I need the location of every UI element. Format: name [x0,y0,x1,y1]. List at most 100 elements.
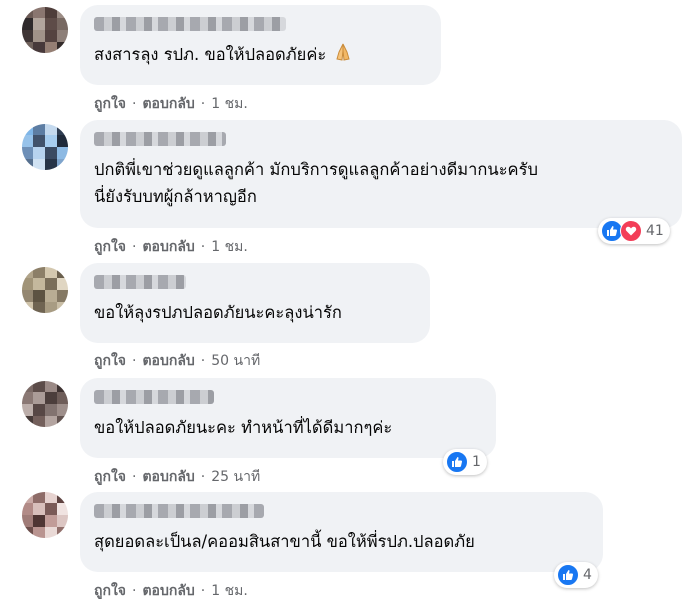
like-link[interactable]: ถูกใจ [94,93,126,115]
avatar-pixel [22,392,33,404]
avatar-pixel [45,124,57,135]
avatar-pixel [57,267,68,278]
comment-bubble: ขอให้ปลอดภัยนะคะ ทำหน้าที่ได้ดีมากๆค่ะ [80,378,496,458]
avatar-pixel [22,7,33,18]
reply-link[interactable]: ตอบกลับ [142,93,194,115]
avatar-pixel [57,7,68,18]
author-name-blurred[interactable] [94,390,214,404]
avatar-pixel [45,381,57,392]
avatar-pixel [45,527,57,538]
comment-actions: ถูกใจ · ตอบกลับ · 1 ชม. [94,93,248,115]
timestamp[interactable]: 50 นาที [211,350,260,372]
avatar-pixel [33,302,45,313]
avatar[interactable] [22,492,68,538]
avatar[interactable] [22,7,68,53]
avatar-pixel [45,503,57,515]
avatar-pixel [33,515,45,527]
comment-text: ขอให้ลุงรปภปลอดภัยนะคะลุงน่ารัก [94,303,342,322]
avatar-pixel [33,124,45,135]
folded-hands-icon [332,42,354,70]
avatar-pixel [45,30,57,42]
comment-text: สงสารลุง รปภ. ขอให้ปลอดภัยค่ะ [94,41,427,70]
comment-text: ปกติพี่เขาช่วยดูแลลูกค้า มักบริการดูแลลู… [94,160,538,206]
reaction-count: 4 [583,567,592,583]
avatar-pixel [22,416,33,427]
reaction-count: 41 [646,223,664,239]
reply-link[interactable]: ตอบกลับ [142,580,194,602]
reply-link[interactable]: ตอบกลับ [142,350,194,372]
avatar-pixel [45,147,57,159]
like-link[interactable]: ถูกใจ [94,350,126,372]
timestamp[interactable]: 1 ชม. [211,93,248,115]
avatar-pixel [33,392,45,404]
reply-link[interactable]: ตอบกลับ [142,236,194,258]
like-link[interactable]: ถูกใจ [94,236,126,258]
comment-bubble: ปกติพี่เขาช่วยดูแลลูกค้า มักบริการดูแลลู… [80,120,682,228]
avatar-pixel [33,278,45,290]
comment-actions: ถูกใจ · ตอบกลับ · 25 นาที [94,466,260,488]
avatar-pixel [57,515,68,527]
comment-bubble: สงสารลุง รปภ. ขอให้ปลอดภัยค่ะ [80,5,441,85]
avatar[interactable] [22,267,68,313]
reaction-count: 1 [472,454,481,470]
separator: · [200,583,206,599]
avatar-pixel [22,147,33,159]
author-name-blurred[interactable] [94,132,226,146]
avatar-pixel [22,527,33,538]
avatar-pixel [33,404,45,416]
avatar-pixel [22,290,33,302]
avatar-pixel [45,42,57,53]
reaction-summary[interactable]: 1 [443,449,487,475]
like-link[interactable]: ถูกใจ [94,580,126,602]
reaction-summary[interactable]: 4 [554,562,598,588]
avatar-pixel [57,124,68,135]
timestamp[interactable]: 1 ชม. [211,236,248,258]
timestamp[interactable]: 25 นาที [211,466,260,488]
avatar[interactable] [22,124,68,170]
avatar-pixel [45,18,57,30]
avatar-pixel [45,416,57,427]
avatar-pixel [45,7,57,18]
avatar-pixel [33,18,45,30]
avatar-pixel [22,18,33,30]
like-icon [557,564,579,586]
author-name-blurred[interactable] [94,17,286,31]
avatar-pixel [57,18,68,30]
timestamp[interactable]: 1 ชม. [211,580,248,602]
author-name-blurred[interactable] [94,275,186,289]
reply-link[interactable]: ตอบกลับ [142,466,194,488]
avatar-pixel [57,404,68,416]
reaction-summary[interactable]: 41 [598,218,670,244]
avatar-pixel [57,492,68,503]
avatar[interactable] [22,381,68,427]
avatar-pixel [22,404,33,416]
avatar-pixel [22,124,33,135]
avatar-pixel [57,527,68,538]
avatar-pixel [57,135,68,147]
avatar-pixel [33,492,45,503]
avatar-pixel [45,290,57,302]
avatar-pixel [45,515,57,527]
separator: · [200,469,206,485]
avatar-pixel [57,290,68,302]
avatar-pixel [57,381,68,392]
like-link[interactable]: ถูกใจ [94,466,126,488]
avatar-pixel [57,278,68,290]
avatar-pixel [33,147,45,159]
separator: · [132,239,137,255]
love-icon [620,220,642,242]
like-icon [446,451,468,473]
author-name-blurred[interactable] [94,504,264,518]
avatar-pixel [33,381,45,392]
avatar-pixel [57,503,68,515]
avatar-pixel [33,290,45,302]
avatar-pixel [33,30,45,42]
avatar-pixel [22,302,33,313]
avatar-pixel [22,381,33,392]
avatar-pixel [57,159,68,170]
comment-actions: ถูกใจ · ตอบกลับ · 1 ชม. [94,236,248,258]
comment-bubble: ขอให้ลุงรปภปลอดภัยนะคะลุงน่ารัก [80,263,430,343]
separator: · [132,583,137,599]
comment-actions: ถูกใจ · ตอบกลับ · 50 นาที [94,350,260,372]
comment-bubble: สุดยอดละเป็นล/คออมสินสาขานี้ ขอให้พี่รปภ… [80,492,603,572]
